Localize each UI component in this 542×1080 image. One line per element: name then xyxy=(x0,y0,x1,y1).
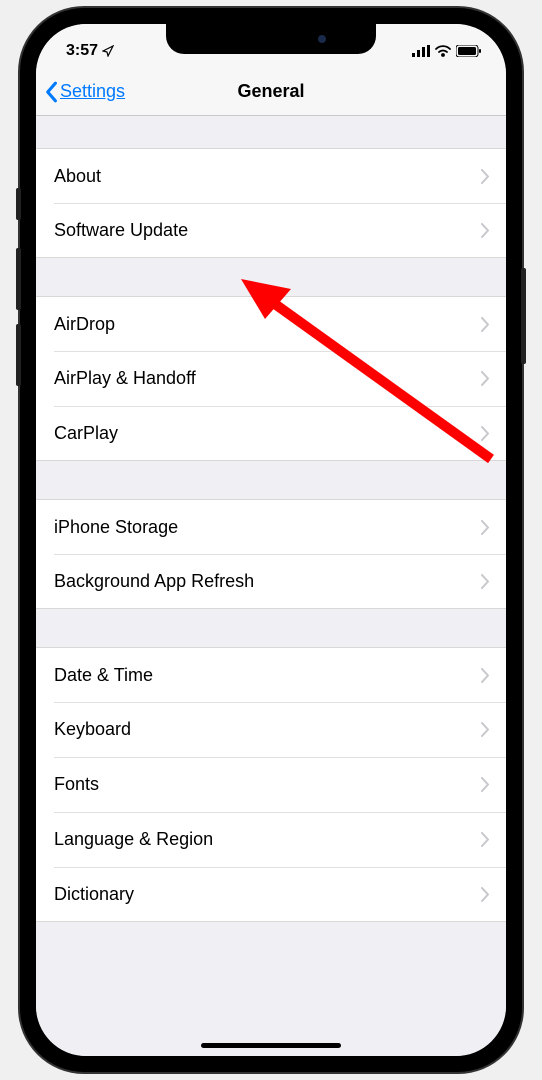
cell-fonts[interactable]: Fonts xyxy=(36,757,506,812)
chevron-left-icon xyxy=(44,81,58,103)
cellular-signal-icon xyxy=(412,45,430,57)
settings-group: iPhone Storage Background App Refresh xyxy=(36,499,506,609)
chevron-right-icon xyxy=(481,722,490,737)
settings-list[interactable]: About Software Update AirDrop AirPlay & Han… xyxy=(36,116,506,1056)
cell-label: iPhone Storage xyxy=(54,517,178,538)
chevron-right-icon xyxy=(481,887,490,902)
wifi-icon xyxy=(435,45,451,57)
cell-label: Keyboard xyxy=(54,719,131,740)
cell-language-region[interactable]: Language & Region xyxy=(36,812,506,867)
power-button xyxy=(521,268,526,364)
home-indicator[interactable] xyxy=(201,1043,341,1048)
screen: 3:57 Settings General About Software Upda… xyxy=(36,24,506,1056)
chevron-right-icon xyxy=(481,520,490,535)
chevron-right-icon xyxy=(481,371,490,386)
group-separator xyxy=(36,922,506,960)
cell-iphone-storage[interactable]: iPhone Storage xyxy=(36,499,506,554)
phone-frame: 3:57 Settings General About Software Upda… xyxy=(20,8,522,1072)
notch xyxy=(166,24,376,54)
nav-bar: Settings General xyxy=(36,68,506,116)
group-separator xyxy=(36,116,506,148)
group-separator xyxy=(36,258,506,296)
cell-software-update[interactable]: Software Update xyxy=(36,203,506,258)
cell-keyboard[interactable]: Keyboard xyxy=(36,702,506,757)
cell-label: Fonts xyxy=(54,774,99,795)
cell-airdrop[interactable]: AirDrop xyxy=(36,296,506,351)
cell-background-app-refresh[interactable]: Background App Refresh xyxy=(36,554,506,609)
volume-down-button xyxy=(16,324,21,386)
location-arrow-icon xyxy=(102,45,114,57)
settings-group: Date & Time Keyboard Fonts Language & Regio… xyxy=(36,647,506,922)
status-time: 3:57 xyxy=(66,42,98,60)
cell-carplay[interactable]: CarPlay xyxy=(36,406,506,461)
cell-label: CarPlay xyxy=(54,423,118,444)
cell-about[interactable]: About xyxy=(36,148,506,203)
battery-icon xyxy=(456,45,482,57)
cell-airplay-handoff[interactable]: AirPlay & Handoff xyxy=(36,351,506,406)
cell-label: About xyxy=(54,166,101,187)
volume-up-button xyxy=(16,248,21,310)
cell-dictionary[interactable]: Dictionary xyxy=(36,867,506,922)
cell-label: Software Update xyxy=(54,220,188,241)
page-title: General xyxy=(237,81,304,102)
front-camera-icon xyxy=(318,35,326,43)
chevron-right-icon xyxy=(481,668,490,683)
cell-label: Background App Refresh xyxy=(54,571,254,592)
mute-switch xyxy=(16,188,21,220)
group-separator xyxy=(36,461,506,499)
back-label: Settings xyxy=(60,81,125,102)
chevron-right-icon xyxy=(481,777,490,792)
settings-group: About Software Update xyxy=(36,148,506,258)
cell-label: Date & Time xyxy=(54,665,153,686)
group-separator xyxy=(36,609,506,647)
chevron-right-icon xyxy=(481,574,490,589)
cell-date-time[interactable]: Date & Time xyxy=(36,647,506,702)
cell-label: Language & Region xyxy=(54,829,213,850)
chevron-right-icon xyxy=(481,223,490,238)
chevron-right-icon xyxy=(481,317,490,332)
cell-label: Dictionary xyxy=(54,884,134,905)
cell-label: AirDrop xyxy=(54,314,115,335)
cell-label: AirPlay & Handoff xyxy=(54,368,196,389)
chevron-right-icon xyxy=(481,169,490,184)
settings-group: AirDrop AirPlay & Handoff CarPlay xyxy=(36,296,506,461)
back-button[interactable]: Settings xyxy=(44,81,125,103)
chevron-right-icon xyxy=(481,832,490,847)
chevron-right-icon xyxy=(481,426,490,441)
